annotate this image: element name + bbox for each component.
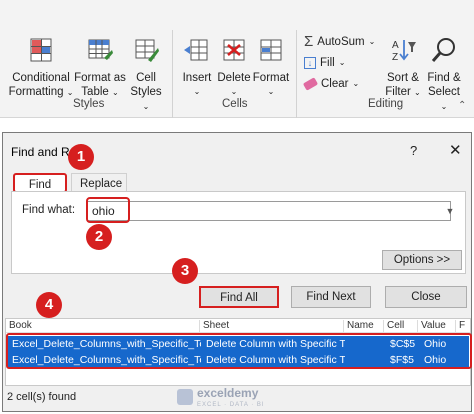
watermark-tagline: EXCEL · DATA · BI xyxy=(197,402,265,408)
cells-group-label: Cells xyxy=(222,98,248,110)
ribbon: Conditional Formatting ⌄ Format as Table… xyxy=(0,0,474,118)
find-all-button[interactable]: Find All xyxy=(199,286,279,308)
status-text: 2 cell(s) found xyxy=(7,391,77,403)
fill-button[interactable]: ↓ Fill ⌄ xyxy=(304,54,345,72)
conditional-formatting-icon xyxy=(30,38,52,62)
chevron-down-icon: ⌄ xyxy=(368,37,376,46)
column-header[interactable]: Value xyxy=(418,320,456,332)
column-header[interactable]: Name xyxy=(344,320,384,332)
close-button[interactable]: Close xyxy=(385,286,467,308)
find-what-input[interactable]: ohio xyxy=(87,201,451,221)
tab-replace[interactable]: Replace xyxy=(71,173,127,193)
chevron-down-icon: ⌄ xyxy=(440,102,448,111)
step-badge-4: 4 xyxy=(36,292,62,318)
tab-find[interactable]: Find xyxy=(13,173,67,193)
annotation-box xyxy=(86,197,130,223)
step-badge-2: 2 xyxy=(86,224,112,250)
exceldemy-logo-icon xyxy=(177,389,193,405)
step-badge-1: 1 xyxy=(68,144,94,170)
chevron-down-icon: ⌄ xyxy=(142,102,150,111)
find-panel: Find what: ohio ▼ Options >> xyxy=(11,191,466,274)
sigma-icon: Σ xyxy=(304,33,314,50)
find-next-button[interactable]: Find Next xyxy=(291,286,371,308)
format-as-table-label-1: Format as xyxy=(74,72,126,84)
watermark-name: exceldemy xyxy=(197,386,259,400)
column-header[interactable]: Sheet xyxy=(200,320,344,332)
clear-label: Clear xyxy=(321,78,349,90)
chevron-down-icon: ⌄ xyxy=(414,88,421,97)
delete-label: Delete xyxy=(217,72,251,84)
chevron-down-icon: ⌄ xyxy=(112,88,119,97)
autosum-label: AutoSum xyxy=(317,36,365,48)
autosum-button[interactable]: Σ AutoSum ⌄ xyxy=(304,33,375,51)
delete-button[interactable]: Delete ⌄ xyxy=(216,36,252,99)
collapse-ribbon-icon[interactable]: ⌃ xyxy=(458,100,466,111)
fill-down-icon: ↓ xyxy=(304,57,316,69)
cell-styles-label-2: Styles ⌄ xyxy=(130,86,162,111)
find-select-label-1: Find & xyxy=(427,72,461,84)
sort-filter-button[interactable]: A Z Sort & Filter ⌄ xyxy=(384,36,422,100)
exceldemy-watermark: exceldemy EXCEL · DATA · BI xyxy=(177,385,265,409)
group-divider xyxy=(172,30,173,118)
delete-cells-icon xyxy=(223,39,245,61)
magnifier-icon xyxy=(431,38,455,62)
cell-styles-button[interactable]: Cell Styles ⌄ xyxy=(126,36,166,114)
sort-filter-label-1: Sort & xyxy=(387,72,419,84)
insert-button[interactable]: Insert ⌄ xyxy=(178,36,216,99)
annotation-box xyxy=(6,333,472,369)
svg-text:Z: Z xyxy=(392,52,398,63)
find-what-label: Find what: xyxy=(22,204,76,216)
close-icon[interactable]: ✕ xyxy=(449,141,462,159)
results-table: Book Sheet Name Cell Value F Excel_Delet… xyxy=(5,318,472,386)
column-header[interactable]: Book xyxy=(6,320,200,332)
editing-group-label: Editing xyxy=(368,98,404,110)
step-badge-3: 3 xyxy=(172,258,198,284)
chevron-down-icon: ⌄ xyxy=(193,87,201,96)
insert-cells-icon xyxy=(184,39,208,61)
format-button[interactable]: Format ⌄ xyxy=(252,36,290,99)
conditional-formatting-label-2: Formatting ⌄ xyxy=(8,86,74,98)
insert-label: Insert xyxy=(182,72,212,84)
format-label: Format xyxy=(252,72,290,84)
chevron-down-icon: ⌄ xyxy=(267,87,275,96)
chevron-down-icon[interactable]: ▼ xyxy=(442,202,458,220)
styles-group-label: Styles xyxy=(73,98,105,110)
options-button[interactable]: Options >> xyxy=(382,250,462,270)
group-divider xyxy=(296,30,297,118)
results-header: Book Sheet Name Cell Value F xyxy=(6,319,470,333)
format-as-table-button[interactable]: Format as Table ⌄ xyxy=(72,36,128,100)
format-cells-icon xyxy=(260,39,282,61)
fill-label: Fill xyxy=(320,57,335,69)
svg-text:A: A xyxy=(392,40,399,51)
chevron-down-icon: ⌄ xyxy=(230,87,238,96)
clear-button[interactable]: Clear ⌄ xyxy=(302,75,360,93)
eraser-icon xyxy=(302,77,319,91)
chevron-down-icon: ⌄ xyxy=(352,79,360,88)
cell-styles-label-1: Cell xyxy=(136,72,156,84)
help-button[interactable]: ? xyxy=(410,143,417,158)
format-as-table-icon xyxy=(88,39,113,60)
column-header[interactable]: Cell xyxy=(384,320,418,332)
conditional-formatting-button[interactable]: Conditional Formatting ⌄ xyxy=(8,36,74,100)
cell-styles-icon xyxy=(135,39,159,62)
column-header[interactable]: F xyxy=(456,320,470,332)
dialog-title: Find and Re xyxy=(11,145,77,159)
find-replace-dialog: Find and Re ? ✕ Find Replace Find what: … xyxy=(2,132,472,412)
chevron-down-icon: ⌄ xyxy=(338,58,346,67)
sort-filter-icon: A Z xyxy=(392,40,416,63)
conditional-formatting-label-1: Conditional xyxy=(12,72,70,84)
